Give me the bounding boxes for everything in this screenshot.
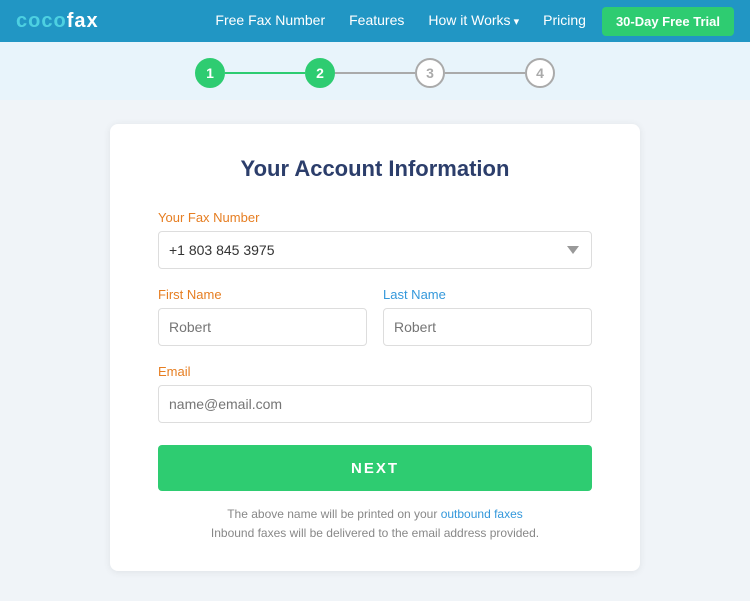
first-name-label: First Name [158, 287, 367, 302]
email-field-container: Email [158, 364, 592, 423]
main-content: Your Account Information Your Fax Number… [0, 100, 750, 601]
logo-part2: fax [67, 10, 99, 32]
nav-item-features[interactable]: Features [349, 12, 404, 30]
navbar: cocofax Free Fax Number Features How it … [0, 0, 750, 42]
nav-link-how-it-works[interactable]: How it Works [428, 12, 519, 28]
info-text-line2: Inbound faxes will be delivered to the e… [211, 526, 539, 540]
logo: cocofax [16, 10, 99, 33]
step-3: 3 [415, 58, 445, 88]
next-button[interactable]: NEXT [158, 445, 592, 491]
name-row: First Name Last Name [158, 287, 592, 346]
step-2: 2 [305, 58, 335, 88]
trial-button[interactable]: 30-Day Free Trial [602, 7, 734, 36]
logo-part1: coco [16, 10, 67, 32]
nav-link-free-fax[interactable]: Free Fax Number [215, 12, 325, 28]
step-1: 1 [195, 58, 225, 88]
step-line-3 [445, 72, 525, 74]
stepper-container: 1 2 3 4 [0, 42, 750, 100]
account-form-card: Your Account Information Your Fax Number… [110, 124, 640, 571]
step-4: 4 [525, 58, 555, 88]
nav-item-how-it-works[interactable]: How it Works [428, 12, 519, 30]
step-line-2 [335, 72, 415, 74]
fax-number-label: Your Fax Number [158, 210, 592, 225]
nav-link-features[interactable]: Features [349, 12, 404, 28]
email-label: Email [158, 364, 592, 379]
nav-links: Free Fax Number Features How it Works Pr… [215, 12, 586, 30]
last-name-field: Last Name [383, 287, 592, 346]
nav-item-free-fax[interactable]: Free Fax Number [215, 12, 325, 30]
first-name-input[interactable] [158, 308, 367, 346]
nav-link-pricing[interactable]: Pricing [543, 12, 586, 28]
fax-number-select[interactable]: +1 803 845 3975 [158, 231, 592, 269]
info-text: The above name will be printed on your o… [158, 505, 592, 543]
last-name-input[interactable] [383, 308, 592, 346]
info-text-line1: The above name will be printed on your [227, 507, 440, 521]
fax-number-field: Your Fax Number +1 803 845 3975 [158, 210, 592, 287]
email-input[interactable] [158, 385, 592, 423]
outbound-faxes-link[interactable]: outbound faxes [441, 507, 523, 521]
card-title: Your Account Information [158, 156, 592, 182]
last-name-label: Last Name [383, 287, 592, 302]
nav-item-pricing[interactable]: Pricing [543, 12, 586, 30]
first-name-field: First Name [158, 287, 367, 346]
step-line-1 [225, 72, 305, 74]
stepper: 1 2 3 4 [195, 58, 555, 88]
